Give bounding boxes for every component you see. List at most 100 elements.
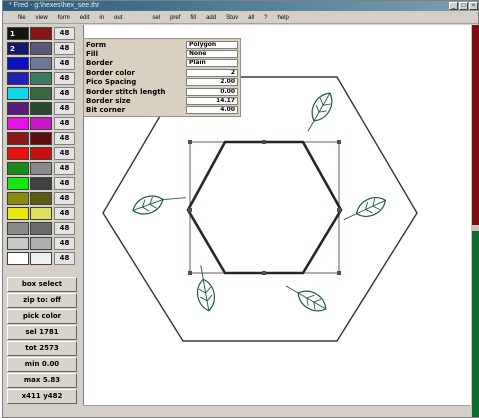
palette-row: 48 [7, 251, 79, 265]
color-swatch-secondary[interactable] [30, 236, 52, 250]
color-swatch-secondary[interactable] [30, 56, 52, 70]
color-swatch-secondary[interactable] [30, 116, 52, 130]
property-value-field[interactable]: 2 [186, 68, 238, 77]
tool-button[interactable]: max 5.83 [7, 373, 77, 388]
menu-item[interactable]: out [109, 12, 127, 23]
menu-item[interactable]: fill [185, 12, 201, 23]
property-value-field[interactable]: 0.00 [186, 87, 238, 96]
palette-value-field[interactable]: 48 [54, 116, 75, 130]
color-swatch-secondary[interactable] [30, 251, 52, 265]
palette-row: 48 [7, 176, 79, 190]
color-swatch-secondary[interactable] [30, 86, 52, 100]
property-value-field[interactable]: Polygon [186, 40, 238, 49]
palette-value-field[interactable]: 48 [54, 161, 75, 175]
tool-button[interactable]: tot 2573 [7, 341, 77, 356]
color-swatch-secondary[interactable] [30, 221, 52, 235]
palette-row: 48 [7, 56, 79, 70]
maximize-button[interactable]: □ [459, 2, 468, 10]
close-button[interactable]: × [469, 2, 478, 10]
palette-value-field[interactable]: 48 [54, 191, 75, 205]
color-swatch-primary[interactable] [7, 56, 29, 70]
palette-value-field[interactable]: 48 [54, 146, 75, 160]
color-swatch-primary[interactable]: 1 [7, 26, 29, 40]
palette-row: 1 48 [7, 26, 79, 40]
property-value-field[interactable]: 2.00 [186, 78, 238, 87]
palette-value-field[interactable]: 48 [54, 131, 75, 145]
menu-item[interactable] [137, 12, 147, 23]
menu-item[interactable]: add [201, 12, 221, 23]
color-swatch-secondary[interactable] [30, 71, 52, 85]
color-swatch-primary[interactable] [7, 131, 29, 145]
horizontal-scrollbar[interactable] [83, 405, 470, 417]
menu-item[interactable]: form [53, 12, 75, 23]
property-row: Bit corner 4.00 [86, 106, 238, 115]
color-palette: 1 48 2 48 48 48 48 48 48 48 48 48 48 48 48 48 48 48 [7, 26, 79, 266]
color-swatch-primary[interactable] [7, 86, 29, 100]
palette-row: 2 48 [7, 41, 79, 55]
color-swatch-primary[interactable] [7, 101, 29, 115]
color-swatch-secondary[interactable] [30, 26, 52, 40]
property-value-field[interactable]: 4.00 [186, 106, 238, 115]
tool-button[interactable]: zip to: off [7, 293, 77, 308]
menu-item[interactable] [127, 12, 137, 23]
color-swatch-secondary[interactable] [30, 41, 52, 55]
palette-value-field[interactable]: 48 [54, 26, 75, 40]
color-swatch-primary[interactable] [7, 71, 29, 85]
color-swatch-primary[interactable] [7, 176, 29, 190]
color-swatch-primary[interactable] [7, 116, 29, 130]
tool-button[interactable]: pick color [7, 309, 77, 324]
color-swatch-primary[interactable] [7, 221, 29, 235]
menu-item[interactable]: pref [165, 12, 185, 23]
menu-item[interactable]: all [243, 12, 259, 23]
color-swatch-primary[interactable] [7, 236, 29, 250]
menu-item[interactable]: help [272, 12, 293, 23]
menu-item[interactable]: in [94, 12, 109, 23]
property-row: Form Polygon [86, 40, 238, 49]
color-swatch-secondary[interactable] [30, 206, 52, 220]
side-scrollbar[interactable] [471, 25, 479, 417]
color-swatch-primary[interactable] [7, 191, 29, 205]
color-swatch-primary[interactable] [7, 161, 29, 175]
menu-item[interactable]: Stuv [221, 12, 243, 23]
color-swatch-secondary[interactable] [30, 176, 52, 190]
property-value-field[interactable]: 14.17 [186, 97, 238, 106]
property-value-field[interactable]: None [186, 50, 238, 59]
palette-value-field[interactable]: 48 [54, 101, 75, 115]
menu-item[interactable]: edit [75, 12, 95, 23]
color-swatch-secondary[interactable] [30, 191, 52, 205]
menu-item[interactable]: view [31, 12, 53, 23]
color-swatch-primary[interactable] [7, 146, 29, 160]
palette-value-field[interactable]: 48 [54, 236, 75, 250]
palette-value-field[interactable]: 48 [54, 41, 75, 55]
tool-button[interactable]: x411 y482 [7, 389, 77, 404]
palette-row: 48 [7, 101, 79, 115]
color-swatch-secondary[interactable] [30, 131, 52, 145]
tool-button[interactable]: box select [7, 277, 77, 292]
menu-item[interactable]: sel [147, 12, 165, 23]
palette-row: 48 [7, 206, 79, 220]
property-value-field[interactable]: Plain [186, 59, 238, 68]
tool-panel: box select zip to: off pick color sel 1781 t… [7, 277, 77, 405]
menu-item[interactable]: file [13, 12, 31, 23]
palette-value-field[interactable]: 48 [54, 71, 75, 85]
color-swatch-secondary[interactable] [30, 146, 52, 160]
color-swatch-secondary[interactable] [30, 161, 52, 175]
palette-value-field[interactable]: 48 [54, 176, 75, 190]
menu-item[interactable]: ? [259, 12, 272, 23]
palette-value-field[interactable]: 48 [54, 206, 75, 220]
palette-value-field[interactable]: 48 [54, 221, 75, 235]
minimize-button[interactable]: _ [449, 2, 458, 10]
color-swatch-primary[interactable]: 2 [7, 41, 29, 55]
color-swatch-primary[interactable] [7, 206, 29, 220]
right-bar-bottom-segment [472, 231, 479, 417]
palette-value-field[interactable]: 48 [54, 251, 75, 265]
color-swatch-secondary[interactable] [30, 101, 52, 115]
color-swatch-primary[interactable] [7, 251, 29, 265]
tool-button[interactable]: sel 1781 [7, 325, 77, 340]
palette-value-field[interactable]: 48 [54, 56, 75, 70]
tool-button[interactable]: min 0.00 [7, 357, 77, 372]
properties-panel: Form Polygon Fill None Border Plain Border col… [83, 38, 241, 118]
palette-value-field[interactable]: 48 [54, 86, 75, 100]
property-label: Border color [86, 68, 135, 77]
title-bar[interactable]: * Fred - g:\hexes\hex_see.thr _ □ × [3, 1, 478, 11]
